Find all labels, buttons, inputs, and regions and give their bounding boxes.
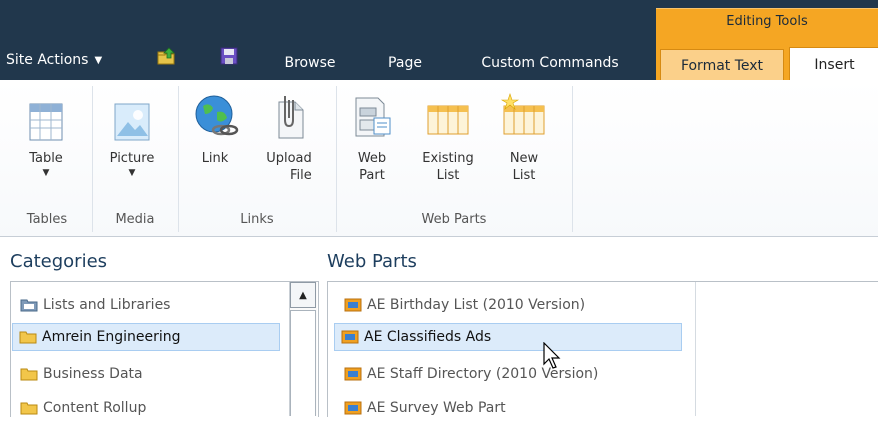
new-list-icon [500, 93, 545, 135]
group-label-web-parts: Web Parts [421, 212, 487, 227]
new-list-label-line2: List [512, 168, 536, 183]
upload-file-button[interactable]: Upload File [254, 86, 324, 184]
category-label: Business Data [43, 366, 143, 382]
existing-list-icon [427, 105, 469, 135]
picture-label: Picture [109, 151, 155, 166]
ribbon: Table ▼ Picture ▼ Link Upload File Web P… [0, 80, 878, 237]
picture-button[interactable]: Picture ▼ [98, 86, 166, 179]
folder-icon [20, 299, 38, 312]
tab-page[interactable]: Page [370, 46, 440, 80]
new-list-label-line1: New [509, 151, 539, 166]
web-part-item-icon [344, 401, 362, 415]
category-item-content-rollup[interactable]: Content Rollup [14, 394, 282, 422]
categories-scrollbar[interactable]: ▲ [289, 282, 317, 416]
category-label: Amrein Engineering [42, 329, 181, 345]
web-part-item[interactable]: AE Birthday List (2010 Version) [338, 291, 682, 319]
tab-format-text[interactable]: Format Text [660, 49, 784, 81]
web-part-label: Web Part [358, 150, 386, 184]
globe-link-icon [195, 95, 239, 136]
new-list-label: New List [510, 150, 538, 184]
web-part-button[interactable]: Web Part [348, 86, 396, 184]
link-button[interactable]: Link [188, 86, 242, 167]
table-button[interactable]: Table ▼ [14, 86, 78, 179]
web-part-item-icon [341, 330, 359, 344]
picture-icon [114, 103, 150, 141]
web-part-item-icon [344, 298, 362, 312]
category-label: Lists and Libraries [43, 297, 171, 313]
web-part-item[interactable]: AE Survey Web Part [338, 394, 682, 422]
table-label: Table [29, 151, 63, 166]
scroll-up-icon[interactable]: ▲ [290, 282, 316, 308]
category-label: Content Rollup [43, 400, 147, 416]
group-divider [92, 86, 93, 232]
attachment-file-icon [278, 96, 304, 139]
chevron-down-icon: ▼ [94, 54, 103, 66]
web-part-label: AE Staff Directory (2010 Version) [367, 366, 599, 382]
site-actions-menu[interactable]: Site Actions ▼ [6, 46, 102, 74]
tab-custom-commands[interactable]: Custom Commands [462, 46, 638, 80]
table-icon [29, 103, 63, 141]
existing-list-label-line1: Existing [422, 151, 474, 166]
web-parts-title: Web Parts [327, 251, 417, 272]
site-actions-label: Site Actions [6, 52, 89, 68]
category-item-business-data[interactable]: Business Data [14, 360, 282, 388]
tab-insert[interactable]: Insert [789, 47, 878, 82]
web-part-item-selected[interactable]: AE Classifieds Ads [334, 323, 682, 351]
tab-browse[interactable]: Browse [270, 46, 350, 80]
navigate-up-icon[interactable] [156, 46, 176, 66]
pane-divider [695, 282, 696, 416]
category-item-lists-and-libraries[interactable]: Lists and Libraries [14, 291, 282, 319]
categories-title: Categories [10, 251, 108, 272]
chevron-down-icon: ▼ [128, 168, 136, 178]
category-item-amrein-engineering[interactable]: Amrein Engineering [12, 323, 280, 351]
upload-file-label: Upload File [266, 150, 312, 184]
existing-list-button[interactable]: Existing List [418, 86, 478, 184]
group-divider [178, 86, 179, 232]
web-part-icon [355, 97, 391, 137]
group-divider [572, 86, 573, 232]
editing-tools-group-label: Editing Tools [656, 8, 878, 34]
web-part-label-line1: Web [357, 151, 387, 166]
existing-list-label-line2: List [436, 168, 460, 183]
upload-file-label-line2: File [290, 168, 312, 183]
web-part-item[interactable]: AE Staff Directory (2010 Version) [338, 360, 682, 388]
chevron-down-icon: ▼ [42, 168, 50, 178]
web-part-label: AE Birthday List (2010 Version) [367, 297, 586, 313]
new-list-button[interactable]: New List [500, 86, 548, 184]
link-label: Link [201, 151, 229, 166]
web-part-item-icon [344, 367, 362, 381]
web-part-label: AE Survey Web Part [367, 400, 506, 416]
upload-file-label-line1: Upload [266, 151, 312, 166]
group-label-links: Links [240, 212, 274, 227]
group-label-media: Media [115, 212, 155, 227]
folder-icon [19, 331, 37, 344]
existing-list-label: Existing List [422, 150, 474, 184]
folder-icon [20, 368, 38, 381]
save-icon[interactable] [219, 46, 239, 66]
scrollbar-thumb[interactable] [290, 310, 316, 416]
group-label-tables: Tables [26, 212, 68, 227]
group-divider [336, 86, 337, 232]
folder-icon [20, 402, 38, 415]
web-part-label-line2: Part [359, 168, 385, 183]
mouse-pointer-icon [543, 342, 561, 369]
web-part-label: AE Classifieds Ads [364, 329, 492, 345]
